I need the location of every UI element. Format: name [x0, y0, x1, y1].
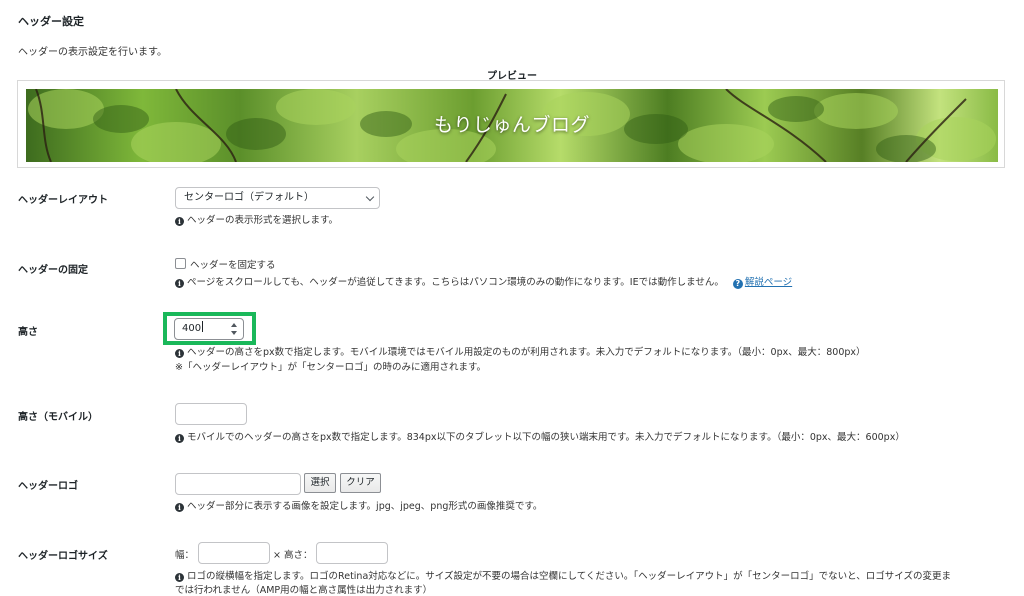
logo-select-button[interactable]: 選択 [304, 473, 336, 493]
header-layout-help: i ヘッダーの表示形式を選択します。 [175, 212, 338, 226]
logo-width-input[interactable] [198, 542, 270, 564]
text-caret [202, 321, 204, 332]
chevron-down-icon [365, 192, 375, 202]
spinner-up-icon[interactable] [231, 323, 237, 327]
height-input-value: 400 [182, 323, 202, 334]
info-icon: i [175, 279, 184, 288]
height-mobile-desc: モバイルでのヘッダーの高さをpx数で指定します。834px以下のタブレット以下の… [187, 432, 905, 443]
header-fixed-desc: ページをスクロールしても、ヘッダーが追従してきます。こちらはパソコン環境のみの動… [187, 277, 724, 288]
header-logo-size-desc-line1: ロゴの縦横幅を指定します。ロゴのRetina対応などに。サイズ設定が不要の場合は… [187, 571, 952, 582]
info-icon: i [175, 434, 184, 443]
help-page-link[interactable]: 解説ページ [745, 277, 792, 288]
info-icon: i [175, 503, 184, 512]
logo-width-label: 幅： [175, 550, 195, 561]
height-help: i ヘッダーの高さをpx数で指定します。モバイル環境ではモバイル用設定のものが利用… [175, 344, 866, 358]
height-mobile-input[interactable] [175, 403, 247, 425]
header-layout-select[interactable]: センターロゴ（デフォルト） [175, 187, 380, 209]
logo-clear-button[interactable]: クリア [340, 473, 381, 493]
section-title: ヘッダー設定 [18, 15, 84, 28]
height-note: ※「ヘッダーレイアウト」が「センターロゴ」の時のみに適用されます。 [175, 362, 487, 373]
header-layout-selected-value: センターロゴ（デフォルト） [184, 192, 314, 203]
header-preview-banner: もりじゅんブログ [26, 89, 998, 162]
header-preview-site-title: もりじゅんブログ [433, 114, 590, 136]
header-logo-size-label: ヘッダーロゴサイズ [18, 551, 108, 562]
header-fixed-checkbox-label[interactable]: ヘッダーを固定する [190, 257, 276, 271]
header-layout-label: ヘッダーレイアウト [18, 195, 108, 206]
header-logo-desc: ヘッダー部分に表示する画像を設定します。jpg、jpeg、png形式の画像推奨で… [187, 501, 543, 512]
header-logo-help: i ヘッダー部分に表示する画像を設定します。jpg、jpeg、png形式の画像推奨… [175, 498, 542, 512]
number-spinner[interactable] [230, 322, 238, 336]
height-mobile-label: 高さ（モバイル） [18, 412, 98, 423]
header-logo-size-help: i ロゴの縦横幅を指定します。ロゴのRetina対応などに。サイズ設定が不要の場合… [175, 568, 951, 582]
header-fixed-checkbox[interactable] [175, 258, 186, 269]
header-logo-label: ヘッダーロゴ [18, 481, 78, 492]
height-input[interactable]: 400 [174, 318, 244, 340]
info-icon: i [175, 217, 184, 226]
logo-height-input[interactable] [316, 542, 388, 564]
question-icon: ? [732, 279, 743, 289]
height-desc: ヘッダーの高さをpx数で指定します。モバイル環境ではモバイル用設定のものが利用さ… [187, 347, 866, 358]
info-icon: i [175, 573, 184, 582]
header-layout-desc: ヘッダーの表示形式を選択します。 [187, 215, 339, 226]
spinner-down-icon[interactable] [231, 331, 237, 335]
logo-height-label: × 高さ： [273, 550, 313, 561]
header-fixed-label: ヘッダーの固定 [18, 265, 88, 276]
section-description: ヘッダーの表示設定を行います。 [18, 47, 167, 58]
height-label: 高さ [18, 327, 38, 338]
header-logo-size-desc-line2: では行われません（AMP用の幅と高さ属性は出力されます） [175, 585, 433, 596]
height-mobile-help: i モバイルでのヘッダーの高さをpx数で指定します。834px以下のタブレット以下… [175, 429, 905, 443]
header-logo-url-input[interactable] [175, 473, 301, 495]
info-icon: i [175, 349, 184, 358]
header-fixed-help: i ページをスクロールしても、ヘッダーが追従してきます。こちらはパソコン環境のみの… [175, 274, 792, 289]
